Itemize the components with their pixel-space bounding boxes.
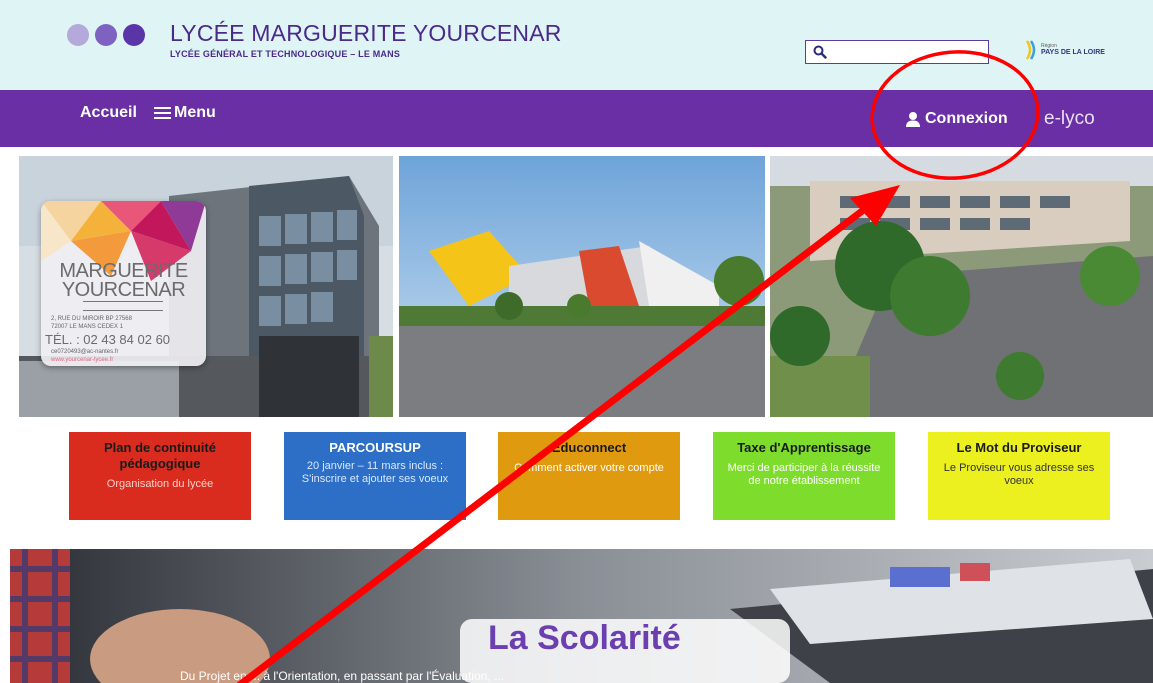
school-type: LYCÉE GÉNÉRAL ET TECHNOLOGIQUE – LE MANS bbox=[170, 49, 401, 59]
tile-title: PARCOURSUP bbox=[329, 440, 421, 455]
search-icon[interactable] bbox=[813, 45, 827, 59]
school-name[interactable]: LYCÉE MARGUERITE YOURCENAR bbox=[170, 20, 562, 47]
logo-dot-3 bbox=[123, 24, 145, 46]
region-logo[interactable]: Région PAYS DE LA LOIRE bbox=[1025, 37, 1115, 63]
tile-title: Taxe d'Apprentissage bbox=[737, 440, 871, 455]
logo-dot-2 bbox=[95, 24, 117, 46]
tile-educonnect[interactable]: Educonnect Comment activer votre compte bbox=[498, 432, 680, 520]
card-website: www.yourcenar-lycee.fr bbox=[51, 357, 114, 363]
banner-photo bbox=[10, 549, 1153, 683]
card-phone: TÉL. : 02 43 84 02 60 bbox=[45, 332, 171, 347]
tile-desc: Le Proviseur vous adresse ses voeux bbox=[943, 462, 1095, 487]
banner-title[interactable]: La Scolarité bbox=[488, 619, 681, 658]
card-name-line2: YOURCENAR bbox=[61, 279, 186, 301]
card-building-sketch-icon bbox=[83, 301, 163, 311]
user-icon bbox=[906, 112, 920, 127]
photo-campus-aerial bbox=[770, 156, 1153, 417]
card-email: ce0720493@ac-nantes.fr bbox=[51, 349, 119, 355]
photo-campus-courtyard bbox=[399, 156, 765, 417]
search-input[interactable] bbox=[832, 43, 982, 61]
login-label: Connexion bbox=[925, 110, 1008, 127]
nav-home-link[interactable]: Accueil bbox=[80, 104, 137, 122]
logo-dot-1 bbox=[67, 24, 89, 46]
tile-taxe-apprentissage[interactable]: Taxe d'Apprentissage Merci de participer… bbox=[713, 432, 895, 520]
login-link[interactable]: Connexion bbox=[905, 110, 1008, 128]
tile-desc: 20 janvier – 11 mars inclus : S'inscrire… bbox=[301, 460, 449, 485]
main-nav: Accueil Menu Connexion e-lyco bbox=[0, 90, 1153, 147]
tile-title: Le Mot du Proviseur bbox=[956, 440, 1082, 455]
scolarite-banner[interactable]: La Scolarité Du Projet en ... à l'Orient… bbox=[10, 549, 1153, 683]
tile-desc: Comment activer votre compte bbox=[514, 462, 664, 474]
banner-text: Du Projet en ... à l'Orientation, en pas… bbox=[180, 669, 505, 683]
card-address-line1: 2, RUE DU MIROIR BP 27568 bbox=[51, 316, 132, 322]
site-header: LYCÉE MARGUERITE YOURCENAR LYCÉE GÉNÉRAL… bbox=[0, 0, 1153, 90]
nav-menu-button[interactable]: Menu bbox=[154, 104, 216, 122]
search-box[interactable] bbox=[805, 40, 989, 64]
nav-menu-label: Menu bbox=[174, 104, 216, 121]
photo-banner: MARGUERITE YOURCENAR 2, RUE DU MIROIR BP… bbox=[19, 156, 1153, 417]
tile-desc: Merci de participer à la réussite de not… bbox=[727, 462, 881, 487]
elyco-link[interactable]: e-lyco bbox=[1044, 108, 1095, 130]
card-address-line2: 72007 LE MANS CEDEX 1 bbox=[51, 324, 124, 330]
tile-parcoursup[interactable]: PARCOURSUP 20 janvier – 11 mars inclus :… bbox=[284, 432, 466, 520]
tile-title: Educonnect bbox=[551, 440, 627, 455]
logo-dots[interactable] bbox=[67, 24, 145, 46]
card-name-line1: MARGUERITE bbox=[59, 260, 188, 282]
school-info-card: MARGUERITE YOURCENAR 2, RUE DU MIROIR BP… bbox=[41, 201, 206, 366]
region-logo-mark-icon bbox=[1025, 39, 1037, 61]
region-logo-name: PAYS DE LA LOIRE bbox=[1041, 49, 1105, 56]
hamburger-icon bbox=[154, 106, 171, 120]
tile-desc: Organisation du lycée bbox=[106, 478, 214, 490]
tile-mot-proviseur[interactable]: Le Mot du Proviseur Le Proviseur vous ad… bbox=[928, 432, 1110, 520]
tile-continuite[interactable]: Plan de continuité pédagogique Organisat… bbox=[69, 432, 251, 520]
tile-title: Plan de continuité pédagogique bbox=[104, 440, 216, 471]
